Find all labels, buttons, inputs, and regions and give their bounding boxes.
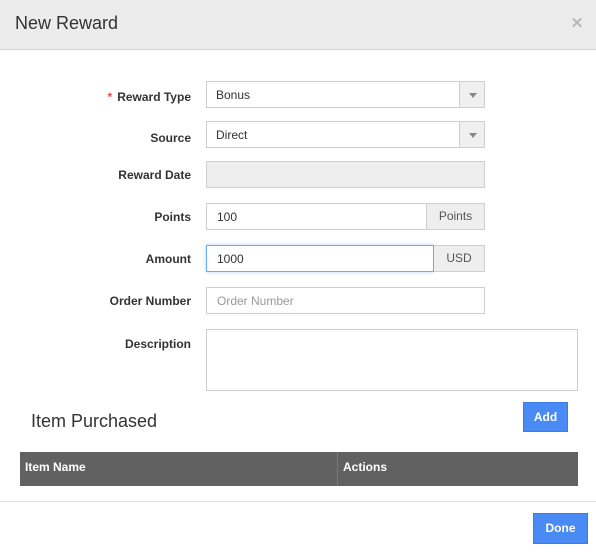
reward-type-value: Bonus xyxy=(216,88,251,102)
column-header-actions: Actions xyxy=(343,460,388,474)
modal-header: New Reward ✕ xyxy=(0,0,596,50)
chevron-down-icon[interactable] xyxy=(459,82,484,107)
items-table-header: Item Name Actions xyxy=(20,452,578,486)
new-reward-modal: New Reward ✕ * Reward Type Bonus Source D… xyxy=(0,0,596,553)
points-input[interactable] xyxy=(206,203,427,230)
description-textarea[interactable] xyxy=(206,329,578,391)
reward-type-label: * Reward Type xyxy=(108,90,191,104)
source-label: Source xyxy=(150,131,191,145)
modal-footer: Done xyxy=(0,501,596,553)
amount-input[interactable] xyxy=(206,245,434,272)
points-label: Points xyxy=(154,210,191,224)
chevron-down-icon[interactable] xyxy=(459,122,484,147)
reward-date-label: Reward Date xyxy=(118,168,191,182)
done-button[interactable]: Done xyxy=(533,513,588,544)
source-select[interactable]: Direct xyxy=(206,121,485,148)
order-number-label: Order Number xyxy=(109,294,191,308)
source-value: Direct xyxy=(216,128,248,142)
reward-type-select[interactable]: Bonus xyxy=(206,81,485,108)
modal-title: New Reward xyxy=(15,13,119,33)
reward-type-label-text: Reward Type xyxy=(117,90,191,104)
reward-date-input[interactable] xyxy=(206,161,485,188)
order-number-input[interactable] xyxy=(206,287,485,314)
description-label: Description xyxy=(124,337,191,351)
currency-addon: USD xyxy=(434,245,485,272)
add-item-button[interactable]: Add xyxy=(523,402,568,432)
required-marker: * xyxy=(107,90,113,104)
column-header-item-name: Item Name xyxy=(20,452,338,486)
points-addon: Points xyxy=(427,203,485,230)
close-icon[interactable]: ✕ xyxy=(570,16,584,31)
amount-label: Amount xyxy=(145,252,191,266)
item-purchased-title: Item Purchased xyxy=(31,411,158,431)
